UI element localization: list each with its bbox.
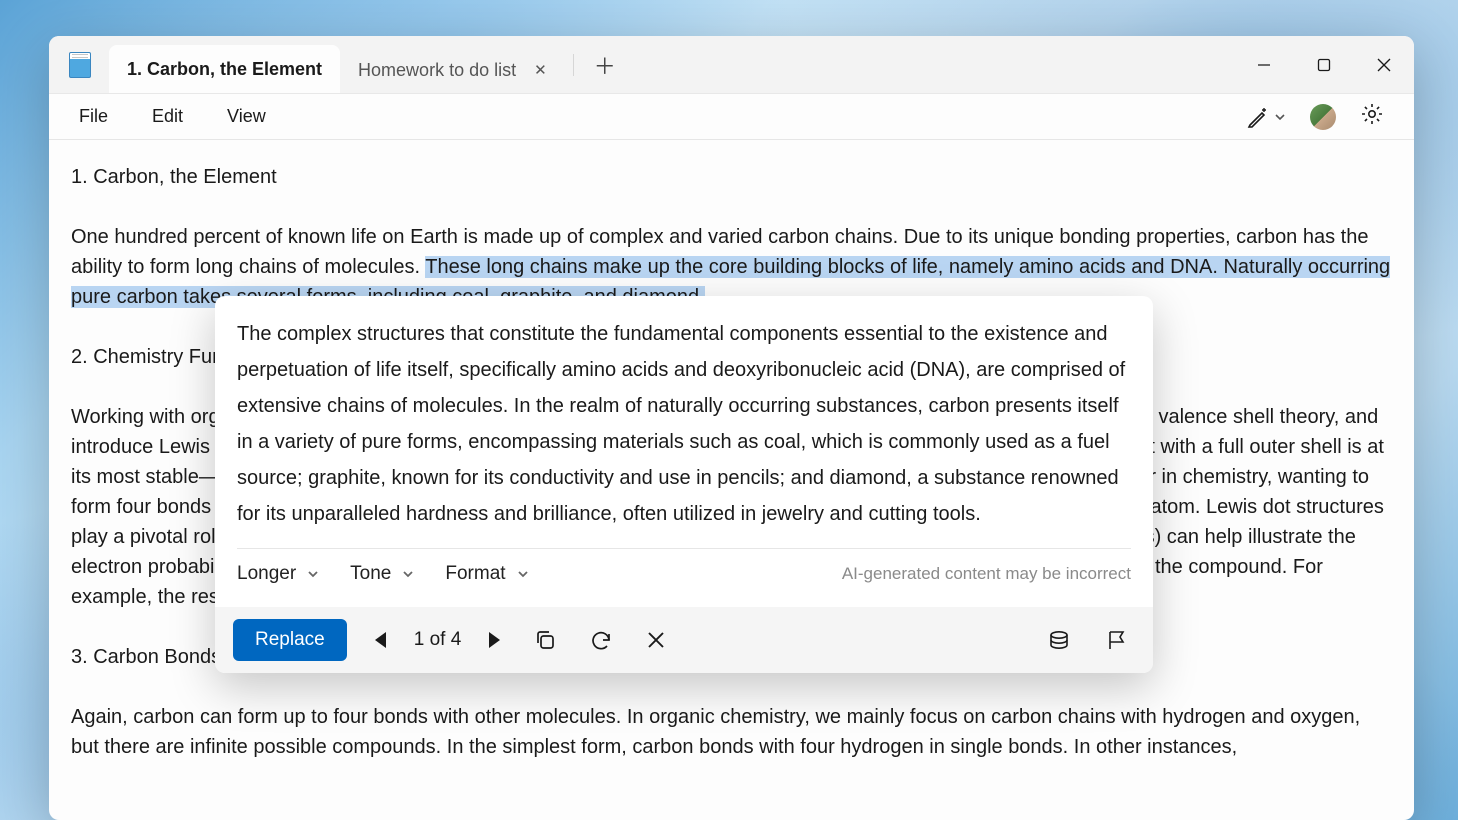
triangle-right-icon [489,632,500,648]
option-tone[interactable]: Tone [350,563,415,585]
ai-rewrite-button[interactable] [1240,99,1292,135]
pager-label: 1 of 4 [414,629,462,651]
tab-homework-list[interactable]: Homework to do list ✕ [340,47,569,93]
ai-rewrite-popup: The complex structures that constitute t… [215,296,1153,673]
minimize-button[interactable] [1234,36,1294,93]
titlebar: 1. Carbon, the Element Homework to do li… [49,36,1414,94]
chevron-down-icon [1274,111,1286,123]
menu-file[interactable]: File [57,98,130,135]
chevron-down-icon [401,567,415,581]
menubar: File Edit View [49,94,1414,140]
tab-separator [573,54,574,76]
notepad-app-icon [69,52,91,78]
next-suggestion-button[interactable] [483,626,506,654]
gear-icon [1360,102,1384,126]
close-window-button[interactable] [1354,36,1414,93]
feedback-button[interactable] [1099,622,1135,658]
new-tab-button[interactable]: ＋ [578,49,632,81]
refresh-icon [590,629,612,651]
replace-button[interactable]: Replace [233,619,347,661]
dismiss-button[interactable] [640,624,672,656]
menu-edit[interactable]: Edit [130,98,205,135]
ai-suggestion-text: The complex structures that constitute t… [237,316,1131,532]
heading-1: 1. Carbon, the Element [71,162,1392,192]
user-avatar[interactable] [1310,104,1336,130]
close-icon [1377,58,1391,72]
triangle-left-icon [375,632,386,648]
chevron-down-icon [306,567,320,581]
tab-carbon-element[interactable]: 1. Carbon, the Element [109,45,340,93]
close-icon [646,630,666,650]
settings-button[interactable] [1354,96,1390,137]
pen-sparkle-icon [1246,105,1270,129]
flag-icon [1105,628,1129,652]
window-controls [1234,36,1414,93]
popup-footer: Replace 1 of 4 [215,607,1153,673]
previous-suggestion-button[interactable] [369,626,392,654]
tab-label: Homework to do list [358,60,516,81]
copy-icon [534,629,556,651]
tab-strip: 1. Carbon, the Element Homework to do li… [109,36,632,93]
option-longer[interactable]: Longer [237,563,320,585]
ai-disclaimer: AI-generated content may be incorrect [842,564,1131,584]
chevron-down-icon [516,567,530,581]
maximize-icon [1317,58,1331,72]
maximize-button[interactable] [1294,36,1354,93]
copy-button[interactable] [528,623,562,657]
option-format[interactable]: Format [445,563,529,585]
tab-label: 1. Carbon, the Element [127,59,322,80]
stack-icon [1047,628,1071,652]
rewrite-options-row: Longer Tone Format AI-generated content … [237,548,1131,595]
history-button[interactable] [1041,622,1077,658]
paragraph-3: Again, carbon can form up to four bonds … [71,702,1392,762]
menu-view[interactable]: View [205,98,288,135]
minimize-icon [1257,58,1271,72]
close-tab-icon[interactable]: ✕ [530,57,551,83]
regenerate-button[interactable] [584,623,618,657]
